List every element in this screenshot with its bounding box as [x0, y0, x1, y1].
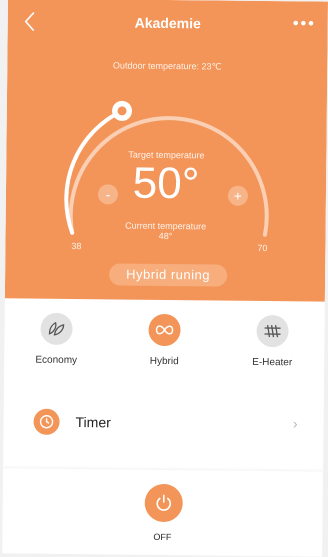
power-icon — [154, 493, 174, 513]
mode-economy-button[interactable]: Economy — [16, 312, 97, 366]
leaf-icon — [46, 319, 66, 339]
increase-temperature-button[interactable]: + — [228, 186, 248, 206]
status-badge: Hybrid runing — [109, 263, 227, 286]
power-label: OFF — [2, 530, 322, 543]
mode-selector: Economy Hybrid E-Heater — [16, 302, 313, 381]
min-temperature-label: 38 — [71, 241, 81, 251]
timer-label: Timer — [75, 414, 110, 430]
max-temperature-label: 70 — [257, 243, 267, 253]
chevron-right-icon: › — [293, 415, 298, 431]
clock-icon — [33, 409, 59, 435]
timer-row[interactable]: Timer › — [15, 392, 312, 455]
heater-icon — [262, 321, 282, 341]
bottom-bar: OFF — [2, 468, 323, 556]
app-screen: Akademie ••• Outdoor temperature: 23℃ Ta… — [2, 0, 328, 557]
power-button[interactable] — [145, 484, 183, 522]
infinity-icon — [153, 320, 175, 340]
mode-label: E-Heater — [232, 357, 312, 369]
target-temperature-value: 50° — [6, 158, 326, 209]
temperature-panel: Akademie ••• Outdoor temperature: 23℃ Ta… — [5, 0, 328, 302]
mode-label: Hybrid — [124, 356, 204, 368]
mode-label: Economy — [16, 354, 96, 366]
mode-hybrid-button[interactable]: Hybrid — [124, 314, 205, 368]
decrease-temperature-button[interactable]: - — [98, 184, 118, 204]
mode-e-heater-button[interactable]: E-Heater — [232, 315, 313, 369]
